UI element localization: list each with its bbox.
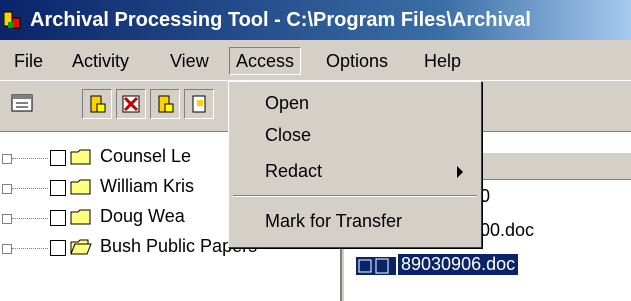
menu-item-mark-for-transfer[interactable]: Mark for Transfer [229, 206, 481, 236]
app-icon [4, 11, 21, 29]
list-item-selected[interactable]: 89030906.doc [344, 252, 631, 280]
menu-bar: File Activity View Access Options Help [0, 40, 631, 80]
tree-item-label: Doug Wea [100, 206, 185, 226]
menu-item-redact[interactable]: Redact [229, 156, 481, 186]
menu-file[interactable]: File [8, 48, 49, 74]
expand-icon[interactable] [2, 244, 12, 254]
document-icon[interactable] [184, 89, 214, 119]
document-icon [356, 257, 396, 275]
edit-icon[interactable] [150, 89, 180, 119]
folder-closed-icon [70, 179, 91, 195]
menu-activity[interactable]: Activity [66, 48, 135, 74]
menu-help[interactable]: Help [418, 48, 467, 74]
expand-icon[interactable] [2, 214, 12, 224]
expand-icon[interactable] [2, 154, 12, 164]
tree-connector [12, 248, 48, 249]
menu-item-close[interactable]: Close [229, 120, 481, 150]
tree-connector [12, 158, 48, 159]
submenu-arrow-icon [457, 166, 463, 178]
tree-item-label: Counsel Le [100, 146, 192, 166]
tree-connector [12, 188, 48, 189]
expand-icon[interactable] [2, 184, 12, 194]
delete-icon[interactable] [116, 89, 146, 119]
file-name: 89030906.doc [398, 254, 519, 275]
folder-closed-icon [70, 149, 91, 165]
menu-item-open[interactable]: Open [229, 88, 481, 118]
folder-open-icon [70, 239, 92, 255]
tree-connector [12, 218, 48, 219]
title-bar: Archival Processing Tool - C:\Program Fi… [0, 0, 631, 40]
checkbox[interactable] [50, 240, 66, 256]
menu-view[interactable]: View [164, 48, 215, 74]
access-menu-dropdown: Open Close Redact Mark for Transfer [228, 81, 482, 248]
window-title: Archival Processing Tool - C:\Program Fi… [30, 9, 531, 31]
menu-options[interactable]: Options [320, 48, 394, 74]
tree-item-label: William Kris [100, 176, 194, 196]
checkbox[interactable] [50, 210, 66, 226]
process-icon[interactable] [82, 89, 112, 119]
menu-separator [233, 195, 477, 197]
folder-closed-icon [70, 209, 91, 225]
properties-icon[interactable] [8, 89, 36, 117]
checkbox[interactable] [50, 180, 66, 196]
menu-access[interactable]: Access [229, 47, 302, 75]
checkbox[interactable] [50, 150, 66, 166]
